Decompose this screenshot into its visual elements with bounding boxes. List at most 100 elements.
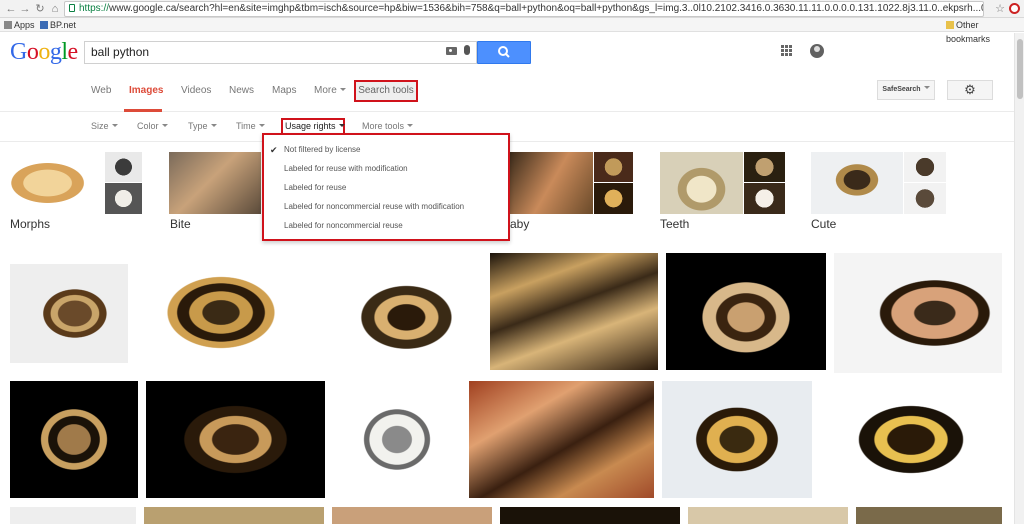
image-result[interactable] xyxy=(834,253,1002,373)
image-thumbnail[interactable] xyxy=(744,152,785,182)
image-result[interactable] xyxy=(146,381,325,498)
menu-item-reuse[interactable]: Labeled for reuse xyxy=(284,183,346,192)
avatar[interactable] xyxy=(810,44,824,58)
image-thumbnail[interactable] xyxy=(510,152,593,214)
image-thumbnail[interactable] xyxy=(811,152,903,214)
tool-color[interactable]: Color xyxy=(137,121,168,131)
logo-letter: e xyxy=(67,39,79,65)
image-thumbnail[interactable] xyxy=(105,183,142,214)
menu-item-noncommercial-modification[interactable]: Labeled for noncommercial reuse with mod… xyxy=(284,202,464,211)
tool-usage-rights[interactable]: Usage rights xyxy=(285,121,345,131)
chevron-down-icon xyxy=(407,124,414,127)
image-result[interactable] xyxy=(10,507,136,524)
apps-grid-icon xyxy=(4,21,12,29)
menu-item-noncommercial[interactable]: Labeled for noncommercial reuse xyxy=(284,221,403,230)
image-thumbnail[interactable] xyxy=(169,152,261,214)
tab-videos[interactable]: Videos xyxy=(181,85,211,96)
image-result[interactable] xyxy=(10,264,128,363)
safesearch-button[interactable]: SafeSearch xyxy=(877,80,935,100)
tab-web[interactable]: Web xyxy=(91,85,111,96)
image-thumbnail[interactable] xyxy=(594,152,633,182)
chevron-down-icon xyxy=(339,88,346,91)
tab-maps[interactable]: Maps xyxy=(272,85,296,96)
extension-icon[interactable] xyxy=(1009,3,1020,14)
image-result[interactable] xyxy=(820,381,1002,498)
tab-more-label: More xyxy=(314,85,337,96)
tool-label: Type xyxy=(188,121,208,131)
google-logo[interactable]: Google xyxy=(10,39,78,66)
logo-letter: g xyxy=(49,39,62,65)
category-label-teeth[interactable]: Teeth xyxy=(660,217,689,231)
search-tabs: Web Images Videos News Maps More Search … xyxy=(0,72,1024,112)
search-button[interactable] xyxy=(477,41,531,64)
forward-icon[interactable]: → xyxy=(18,2,32,16)
tool-label: More tools xyxy=(362,121,405,131)
bookmark-apps[interactable]: Apps xyxy=(4,18,35,32)
image-thumbnail[interactable] xyxy=(10,152,104,214)
menu-item-not-filtered[interactable]: Not filtered by license xyxy=(284,145,360,154)
tab-more[interactable]: More xyxy=(314,85,346,96)
bookmark-label: BP.net xyxy=(50,20,76,30)
category-label-cute[interactable]: Cute xyxy=(811,217,836,231)
tab-news[interactable]: News xyxy=(229,85,254,96)
image-result[interactable] xyxy=(333,381,461,498)
apps-icon[interactable] xyxy=(781,45,793,57)
reload-icon[interactable]: ↻ xyxy=(33,2,47,16)
site-favicon-icon xyxy=(40,21,48,29)
tool-label: Color xyxy=(137,121,159,131)
tool-type[interactable]: Type xyxy=(188,121,217,131)
tab-images[interactable]: Images xyxy=(129,85,163,96)
camera-icon[interactable] xyxy=(446,47,457,55)
image-result[interactable] xyxy=(688,507,848,524)
safesearch-label: SafeSearch xyxy=(882,86,921,93)
image-thumbnail[interactable] xyxy=(904,152,946,182)
search-input[interactable]: ball python xyxy=(84,41,477,64)
image-result[interactable] xyxy=(469,381,654,498)
menu-item-reuse-modification[interactable]: Labeled for reuse with modification xyxy=(284,164,408,173)
image-result[interactable] xyxy=(10,381,138,498)
image-thumbnail[interactable] xyxy=(904,183,946,214)
chevron-down-icon xyxy=(258,124,265,127)
category-label-bite[interactable]: Bite xyxy=(170,217,191,231)
address-bar[interactable]: https://www.google.ca/search?hl=en&site=… xyxy=(64,1,984,17)
image-thumbnail[interactable] xyxy=(660,152,743,214)
search-query: ball python xyxy=(91,45,150,59)
category-label-morphs[interactable]: Morphs xyxy=(10,217,50,231)
image-result[interactable] xyxy=(144,507,324,524)
microphone-icon[interactable] xyxy=(464,45,470,55)
chevron-down-icon xyxy=(161,124,168,127)
tool-more-tools[interactable]: More tools xyxy=(362,121,414,131)
image-thumbnail[interactable] xyxy=(105,152,142,182)
back-icon[interactable]: ← xyxy=(4,2,18,16)
tool-time[interactable]: Time xyxy=(236,121,265,131)
category-label-baby[interactable]: aby xyxy=(510,217,529,231)
settings-button[interactable]: ⚙ xyxy=(947,80,993,100)
chevron-down-icon xyxy=(338,124,345,127)
image-result[interactable] xyxy=(136,256,306,369)
chevron-down-icon xyxy=(923,86,930,89)
image-thumbnail[interactable] xyxy=(594,183,633,214)
gear-icon: ⚙ xyxy=(964,82,976,97)
image-thumbnail[interactable] xyxy=(744,183,785,214)
image-result[interactable] xyxy=(662,381,812,498)
search-tools-button[interactable]: Search tools xyxy=(354,80,418,102)
image-result[interactable] xyxy=(856,507,1002,524)
image-result[interactable] xyxy=(490,253,658,370)
image-result[interactable] xyxy=(666,253,826,370)
tool-label: Size xyxy=(91,121,109,131)
bookmarks-bar: Apps BP.net Other bookmarks xyxy=(0,18,1024,44)
image-result[interactable] xyxy=(500,507,680,524)
home-icon[interactable]: ⌂ xyxy=(48,2,62,16)
usage-rights-menu: ✔ Not filtered by license Labeled for re… xyxy=(262,133,510,241)
image-result[interactable] xyxy=(314,253,482,370)
url-text: www.google.ca/search?hl=en&site=imghp&tb… xyxy=(109,3,983,14)
search-tools-bar: Size Color Type Time Usage rights More t… xyxy=(0,112,1024,142)
star-icon[interactable]: ☆ xyxy=(993,2,1007,16)
scrollbar-thumb[interactable] xyxy=(1017,39,1023,99)
bookmark-bpnet[interactable]: BP.net xyxy=(40,18,76,32)
url-scheme: https:// xyxy=(79,3,110,14)
tool-size[interactable]: Size xyxy=(91,121,118,131)
search-header: Google ball python xyxy=(0,33,1024,72)
image-result[interactable] xyxy=(332,507,492,524)
scrollbar[interactable] xyxy=(1014,33,1024,524)
